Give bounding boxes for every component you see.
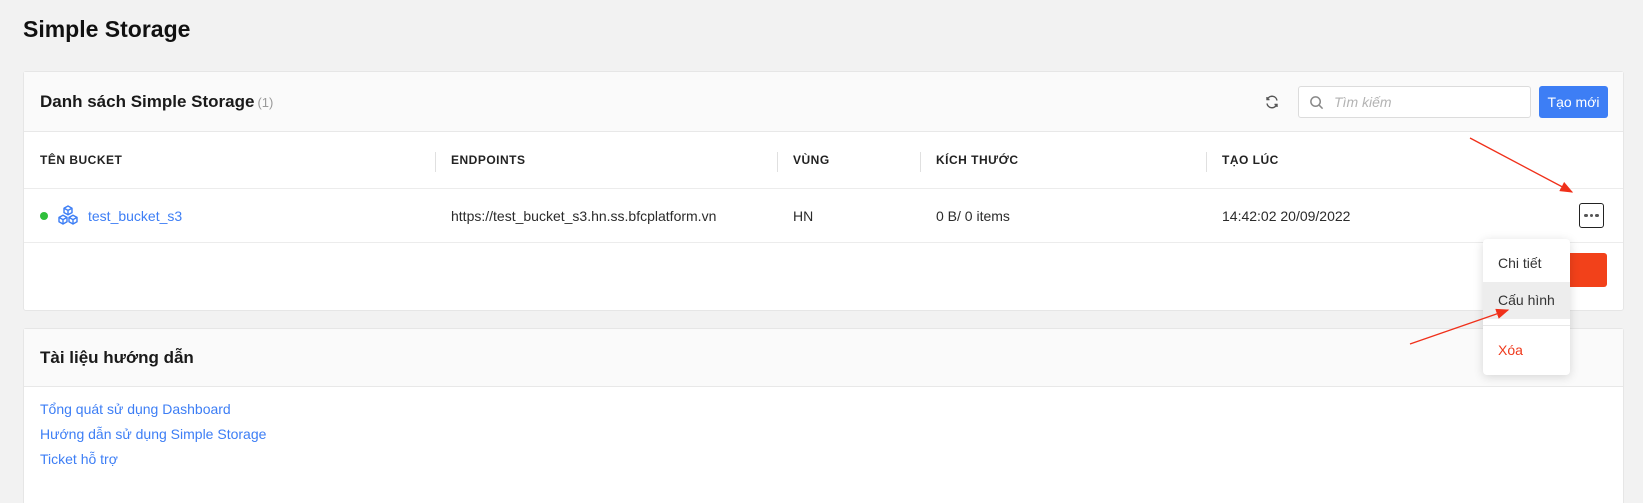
refresh-icon [1266,95,1278,109]
column-header-bucket-name: TÊN BUCKET [40,153,123,167]
more-dot-icon [1595,213,1599,218]
create-button[interactable]: Tạo mới [1539,86,1608,118]
page-title: Simple Storage [23,16,191,42]
cell-region: HN [793,208,814,224]
cell-created: 14:42:02 20/09/2022 [1222,208,1351,224]
search-input[interactable] [1334,94,1514,110]
docs-card: Tài liệu hướng dẫn Tổng quát sử dụng Das… [23,328,1624,503]
row-actions-menu: Chi tiết Cấu hình Xóa [1483,239,1570,375]
row-actions-button[interactable] [1579,203,1604,228]
docs-link-ticket[interactable]: Ticket hỗ trợ [40,451,118,467]
bucket-cubes-icon [58,205,78,225]
cell-endpoint: https://test_bucket_s3.hn.ss.bfcplatform… [451,208,717,224]
bucket-name-link[interactable]: test_bucket_s3 [88,189,182,243]
search-box [1298,86,1531,118]
menu-item-delete[interactable]: Xóa [1483,332,1570,369]
more-dot-icon [1584,213,1588,218]
storage-list-card: Danh sách Simple Storage(1) Tạo mới TÊN … [23,71,1624,311]
table-header: TÊN BUCKET ENDPOINTS VÙNG KÍCH THƯỚC TẠO… [24,132,1623,189]
storage-list-title-text: Danh sách Simple Storage [40,92,255,111]
menu-item-details[interactable]: Chi tiết [1483,245,1570,282]
menu-item-config[interactable]: Cấu hình [1483,282,1570,319]
storage-count: (1) [257,95,274,110]
more-dot-icon [1589,213,1594,218]
docs-link-dashboard[interactable]: Tổng quát sử dụng Dashboard [40,401,231,417]
column-header-size: KÍCH THƯỚC [920,132,1206,189]
column-header-endpoints: ENDPOINTS [435,132,777,189]
search-icon [1310,95,1324,109]
column-header-region: VÙNG [777,132,920,189]
column-header-created: TẠO LÚC [1206,132,1506,189]
cell-size: 0 B/ 0 items [936,208,1010,224]
refresh-button[interactable] [1261,91,1283,113]
docs-link-simple-storage[interactable]: Hướng dẫn sử dụng Simple Storage [40,426,266,442]
storage-list-header: Danh sách Simple Storage(1) Tạo mới [24,72,1623,132]
docs-title: Tài liệu hướng dẫn [40,348,194,367]
cell-bucket-name: test_bucket_s3 [24,189,435,243]
menu-divider [1483,325,1570,326]
docs-header: Tài liệu hướng dẫn [24,329,1623,387]
table-row: test_bucket_s3 https://test_bucket_s3.hn… [24,189,1623,243]
storage-list-title: Danh sách Simple Storage (1) [40,92,273,112]
status-dot [40,212,48,220]
